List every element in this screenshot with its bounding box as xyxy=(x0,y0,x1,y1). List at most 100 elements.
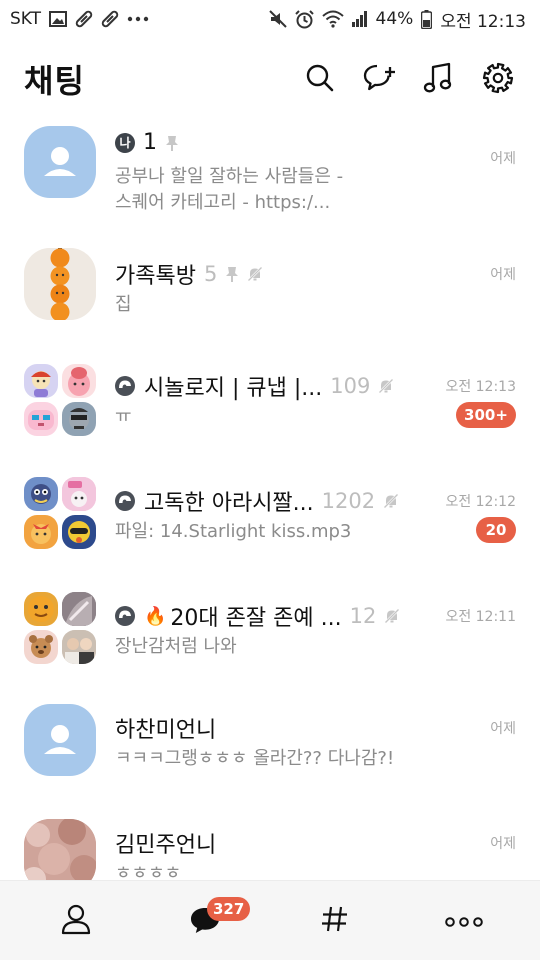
chat-preview: 집 xyxy=(115,294,132,315)
new-chat-button[interactable] xyxy=(362,60,398,96)
chat-preview: ㅎㅎㅎㅎ xyxy=(115,863,182,880)
group-avatar xyxy=(24,477,96,549)
member-count: 1202 xyxy=(321,489,376,513)
pill-icon xyxy=(75,10,93,28)
status-time: 오전 12:13 xyxy=(440,11,526,32)
avatar xyxy=(62,630,96,664)
open-chat-icon xyxy=(115,606,135,626)
me-badge: 나 xyxy=(115,132,135,153)
battery-icon xyxy=(421,9,433,29)
chat-row[interactable]: 하찬미언니 ㅋㅋㅋ그랭ㅎㅎㅎ 올라간?? 다나감?! 어제 xyxy=(0,698,540,813)
image-icon xyxy=(49,11,68,27)
status-left: SKT xyxy=(10,9,149,29)
chat-row[interactable]: 고독한 아라시짤... 1202 파일: 14.Starlight kiss.m… xyxy=(0,473,540,588)
unread-badge: 300+ xyxy=(456,402,516,428)
settings-icon xyxy=(482,62,514,94)
chat-preview: ㅠ xyxy=(115,406,132,427)
mute-bell-icon xyxy=(247,266,263,282)
open-chat-icon xyxy=(115,376,135,396)
member-count: 12 xyxy=(349,604,377,628)
nav-hashtag[interactable] xyxy=(295,881,375,960)
avatar xyxy=(62,477,96,511)
avatar xyxy=(62,364,96,398)
avatar xyxy=(24,515,58,549)
chat-name: 시놀로지 | 큐냅 |... xyxy=(144,376,323,401)
chat-name: 가족톡방 xyxy=(115,264,196,289)
chat-preview: ㅋㅋㅋ그랭ㅎㅎㅎ 올라간?? 다나감?! xyxy=(115,748,395,769)
new-chat-icon xyxy=(363,63,397,93)
preview-line: 공부나 할일 잘하는 사람들은 - xyxy=(115,166,344,187)
chat-name: 김민주언니 xyxy=(115,833,217,858)
chat-time: 어제 xyxy=(490,151,516,167)
open-chat-icon xyxy=(115,491,135,511)
chat-title-line: 가족톡방 5 xyxy=(115,258,263,290)
group-avatar xyxy=(24,364,96,436)
app-header: 채팅 xyxy=(0,38,540,118)
hashtag-icon xyxy=(320,904,350,938)
chat-title-line: 시놀로지 | 큐냅 |... 109 xyxy=(115,370,394,402)
chat-time: 오전 12:12 xyxy=(445,494,516,510)
avatar xyxy=(24,704,96,776)
pin-icon xyxy=(225,266,239,282)
search-button[interactable] xyxy=(302,60,338,96)
avatar xyxy=(24,819,96,880)
chat-row[interactable]: 가족톡방 5 집 어제 xyxy=(0,242,540,357)
avatar xyxy=(24,630,58,664)
more-icon xyxy=(127,16,149,22)
page-title: 채팅 xyxy=(24,62,85,100)
avatar xyxy=(24,364,58,398)
group-avatar xyxy=(24,592,96,664)
chat-name: 고독한 아라시짤... xyxy=(144,491,314,516)
pin-icon xyxy=(165,135,179,151)
chat-name: 20대 존잘 존예 ... xyxy=(170,606,342,631)
avatar xyxy=(24,402,58,436)
nav-more[interactable] xyxy=(424,881,504,960)
chat-title-line: 고독한 아라시짤... 1202 xyxy=(115,485,399,517)
signal-icon xyxy=(351,11,368,27)
wifi-icon xyxy=(321,10,344,28)
avatar xyxy=(24,592,58,626)
avatar xyxy=(24,126,96,198)
chat-title-line: 하찬미언니 xyxy=(115,712,216,744)
chat-title-line: 🔥 20대 존잘 존예 ... 12 xyxy=(115,600,400,632)
nav-chats[interactable]: 327 xyxy=(165,881,251,960)
chat-unread-badge: 327 xyxy=(207,897,251,921)
avatar xyxy=(24,477,58,511)
chat-time: 어제 xyxy=(490,836,516,852)
more-icon xyxy=(445,912,483,931)
chat-row[interactable]: 시놀로지 | 큐냅 |... 109 ㅠ 오전 12:13 300+ xyxy=(0,358,540,473)
nav-friends[interactable] xyxy=(36,881,116,960)
member-count: 5 xyxy=(203,262,218,286)
chat-list: 나 1 공부나 할일 잘하는 사람들은 - 스퀘어 카테고리 - https:/… xyxy=(0,118,540,880)
friends-icon xyxy=(60,903,92,939)
avatar xyxy=(62,402,96,436)
chat-row[interactable]: 🔥 20대 존잘 존예 ... 12 장난감처럼 나와 오전 12:11 xyxy=(0,588,540,703)
chat-title-line: 김민주언니 xyxy=(115,827,216,859)
chat-name: 1 xyxy=(143,130,157,155)
chat-row[interactable]: 나 1 공부나 할일 잘하는 사람들은 - 스퀘어 카테고리 - https:/… xyxy=(0,118,540,233)
chat-time: 오전 12:13 xyxy=(445,379,516,395)
avatar xyxy=(24,248,96,320)
chat-time: 어제 xyxy=(490,721,516,737)
battery-percent: 44% xyxy=(375,9,414,29)
chat-time: 오전 12:11 xyxy=(445,609,516,625)
chat-row[interactable]: 김민주언니 ㅎㅎㅎㅎ 어제 xyxy=(0,813,540,880)
status-right: 44% 오전 12:13 xyxy=(268,7,526,32)
avatar xyxy=(62,592,96,626)
mute-bell-icon xyxy=(384,608,400,624)
search-icon xyxy=(305,63,335,93)
carrier-label: SKT xyxy=(10,9,42,29)
mute-bell-icon xyxy=(383,493,399,509)
bottom-nav: 327 xyxy=(0,880,540,960)
status-bar: SKT 44% 오전 12:13 xyxy=(0,0,540,38)
mute-icon xyxy=(268,10,287,28)
preview-line: 스퀘어 카테고리 - https:/... xyxy=(115,192,331,213)
chat-preview: 파일: 14.Starlight kiss.mp3 xyxy=(115,521,352,542)
music-icon xyxy=(423,62,453,94)
settings-button[interactable] xyxy=(480,60,516,96)
member-count: 109 xyxy=(330,374,371,398)
chat-name: 하찬미언니 xyxy=(115,718,217,743)
chat-title-line: 나 1 xyxy=(115,130,179,155)
unread-badge: 20 xyxy=(476,517,516,543)
music-button[interactable] xyxy=(420,60,456,96)
